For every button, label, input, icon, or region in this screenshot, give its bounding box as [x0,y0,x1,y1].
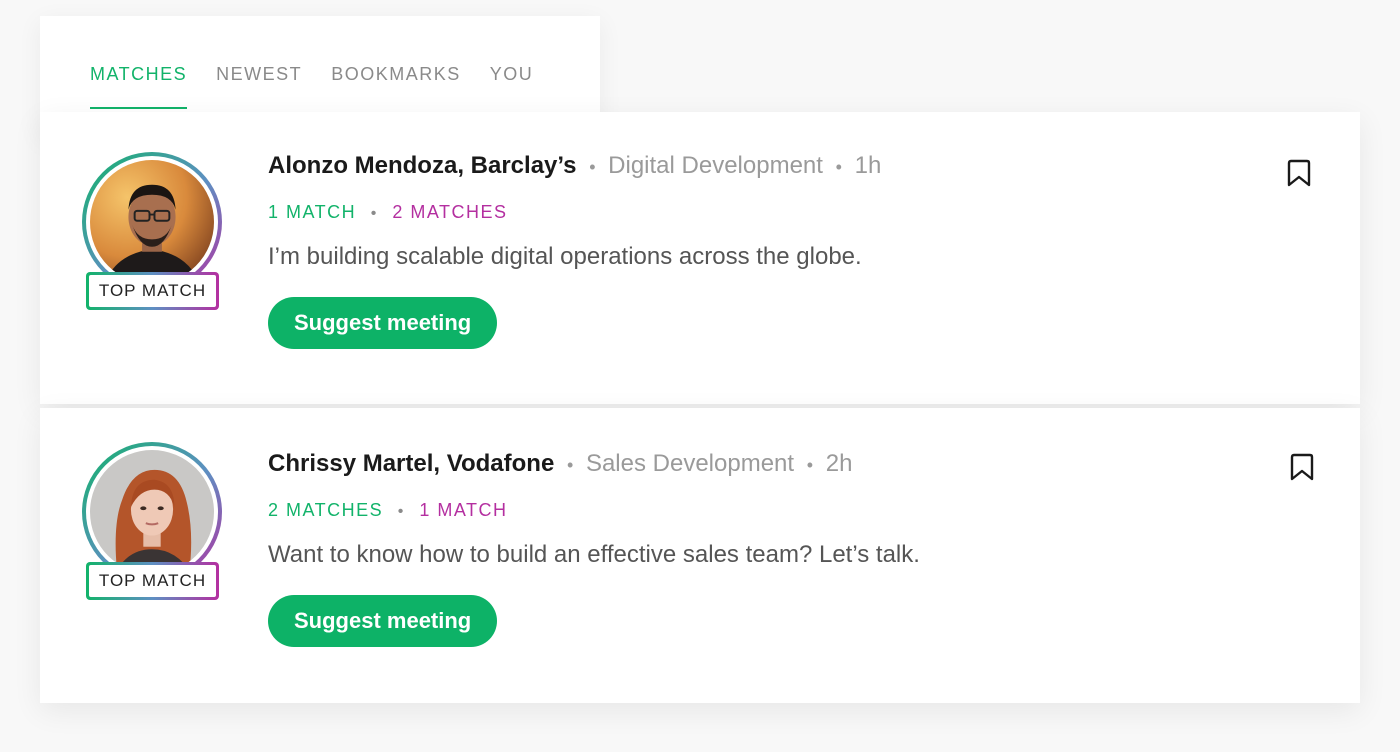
separator-dot: • [589,157,596,177]
suggest-meeting-button[interactable]: Suggest meeting [268,595,498,647]
match-counts: 1 MATCH • 2 MATCHES [268,202,881,223]
avatar[interactable] [90,450,214,574]
separator-dot: • [806,455,814,475]
bookmark-icon[interactable] [1286,158,1312,188]
separator-dot: • [397,503,405,520]
card-content: Alonzo Mendoza, Barclay’s • Digital Deve… [268,152,881,349]
separator-dot: • [370,205,378,222]
match-count-green: 2 MATCHES [268,500,384,520]
timestamp: 2h [825,450,853,477]
card-message: I’m building scalable digital operations… [268,243,862,270]
avatar-block: TOP MATCH [82,152,222,310]
tab-bar: MATCHES NEWEST BOOKMARKS YOU [90,64,533,109]
bookmark-icon[interactable] [1289,452,1315,482]
avatar-ring [82,442,222,582]
suggest-meeting-button[interactable]: Suggest meeting [268,297,498,349]
avatar-block: TOP MATCH [82,442,222,600]
top-match-badge: TOP MATCH [86,272,219,310]
person-name[interactable]: Chrissy Martel, Vodafone [268,450,554,477]
feed-card: TOP MATCH Chrissy Martel, Vodafone • Sal… [40,408,1360,703]
tab-newest[interactable]: NEWEST [216,64,302,109]
match-count-purple: 2 MATCHES [392,202,508,222]
tab-matches[interactable]: MATCHES [90,64,188,109]
match-counts: 2 MATCHES • 1 MATCH [268,500,920,521]
top-match-badge: TOP MATCH [86,562,219,600]
department: Digital Development [608,152,823,179]
tab-you[interactable]: YOU [490,64,534,109]
department: Sales Development [585,450,795,477]
separator-dot: • [835,157,842,177]
match-count-green: 1 MATCH [268,202,357,222]
person-name[interactable]: Alonzo Mendoza, Barclay’s [268,152,577,179]
card-content: Chrissy Martel, Vodafone • Sales Develop… [268,450,920,647]
card-headline: Alonzo Mendoza, Barclay’s • Digital Deve… [268,152,881,180]
avatar[interactable] [90,160,214,284]
separator-dot: • [566,455,574,475]
card-message: Want to know how to build an effective s… [268,541,920,568]
card-headline: Chrissy Martel, Vodafone • Sales Develop… [268,450,920,478]
match-count-purple: 1 MATCH [419,500,508,520]
tab-bookmarks[interactable]: BOOKMARKS [331,64,461,109]
avatar-photo-man [90,160,214,284]
avatar-ring [82,152,222,292]
app-root: MATCHES NEWEST BOOKMARKS YOU TOP MATCH A… [0,0,1400,752]
timestamp: 1h [854,152,882,179]
feed-card: TOP MATCH Alonzo Mendoza, Barclay’s • Di… [40,112,1360,404]
avatar-photo-woman [90,450,214,574]
